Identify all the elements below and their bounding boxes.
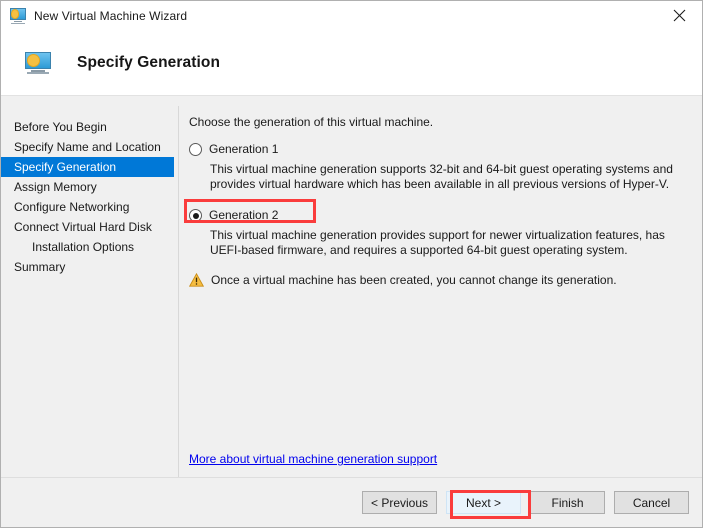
warning-triangle-icon — [189, 273, 204, 287]
window-title: New Virtual Machine Wizard — [34, 9, 187, 23]
close-icon[interactable] — [656, 1, 702, 30]
generation-2-radio-row[interactable]: Generation 2 — [189, 208, 692, 225]
wizard-steps-sidebar: Before You Begin Specify Name and Locati… — [1, 96, 179, 477]
wizard-footer: < Previous Next > Finish Cancel — [1, 477, 702, 527]
next-button[interactable]: Next > — [446, 491, 521, 514]
generation-2-label: Generation 2 — [209, 208, 278, 223]
page-title: Specify Generation — [77, 54, 220, 72]
virtual-machine-monitor-icon — [25, 52, 51, 74]
sidebar-item-configure-networking[interactable]: Configure Networking — [1, 197, 179, 217]
sidebar-item-assign-memory[interactable]: Assign Memory — [1, 177, 179, 197]
generation-1-label: Generation 1 — [209, 142, 278, 157]
title-bar: New Virtual Machine Wizard — [1, 1, 702, 31]
wizard-content: Choose the generation of this virtual ma… — [179, 96, 702, 477]
generation-warning: Once a virtual machine has been created,… — [189, 273, 692, 287]
more-info-row: More about virtual machine generation su… — [189, 450, 437, 468]
previous-button[interactable]: < Previous — [362, 491, 437, 514]
more-about-generation-support-link[interactable]: More about virtual machine generation su… — [189, 452, 437, 466]
sidebar-item-installation-options[interactable]: Installation Options — [1, 237, 179, 257]
cancel-button[interactable]: Cancel — [614, 491, 689, 514]
generation-1-radio-row[interactable]: Generation 1 — [189, 142, 692, 159]
generation-1-radio-button[interactable] — [189, 143, 202, 156]
new-virtual-machine-wizard-window: New Virtual Machine Wizard Specify Gener… — [0, 0, 703, 528]
next-button-wrapper: Next > — [437, 491, 521, 514]
page-header: Specify Generation — [1, 31, 702, 96]
sidebar-item-specify-name-and-location[interactable]: Specify Name and Location — [1, 137, 179, 157]
generation-1-description: This virtual machine generation supports… — [210, 162, 692, 191]
virtual-machine-monitor-icon — [10, 8, 26, 24]
warning-text: Once a virtual machine has been created,… — [211, 273, 617, 287]
generation-2-radio-button[interactable] — [189, 209, 202, 222]
finish-button[interactable]: Finish — [530, 491, 605, 514]
sidebar-item-before-you-begin[interactable]: Before You Begin — [1, 117, 179, 137]
sidebar-item-summary[interactable]: Summary — [1, 257, 179, 277]
generation-2-description: This virtual machine generation provides… — [210, 228, 692, 257]
wizard-body: Before You Begin Specify Name and Locati… — [1, 96, 702, 477]
content-intro-text: Choose the generation of this virtual ma… — [189, 115, 692, 129]
sidebar-item-connect-virtual-hard-disk[interactable]: Connect Virtual Hard Disk — [1, 217, 179, 237]
sidebar-item-specify-generation[interactable]: Specify Generation — [1, 157, 174, 177]
